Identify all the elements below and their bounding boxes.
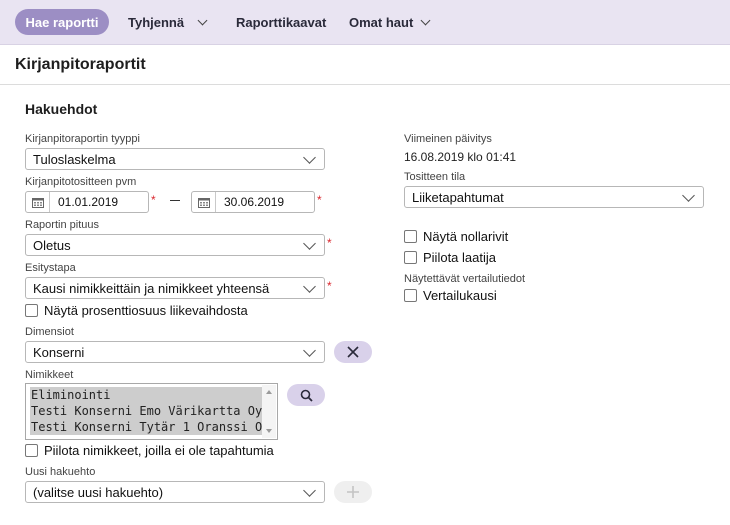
search-report-button[interactable]: Hae raportti [15,9,109,35]
search-titles-button[interactable] [287,384,325,406]
chevron-down-icon [420,15,431,25]
hide-empty-titles-checkbox[interactable]: Piilota nimikkeet, joilla ei ole tapahtu… [25,443,274,458]
report-length-select[interactable]: Oletus [25,234,325,256]
checkbox-box[interactable] [404,251,417,264]
hide-author-label: Piilota laatija [423,250,496,265]
list-item[interactable]: Testi Konserni Emo Värikartta Oy [30,403,262,419]
show-zero-rows-label: Näytä nollarivit [423,229,509,244]
titles-label: Nimikkeet [25,369,74,381]
voucher-date-label: Kirjanpitotositteen pvm [25,176,137,188]
report-length-value: Oletus [33,237,71,253]
clear-button-label: Tyhjennä [128,14,185,30]
chevron-down-icon [303,483,316,497]
voucher-status-label: Tositteen tila [404,171,466,183]
voucher-status-select[interactable]: Liiketapahtumat [404,186,704,208]
checkbox-box[interactable] [404,230,417,243]
presentation-label: Esitystapa [25,262,76,274]
report-templates-label: Raporttikaavat [236,14,327,30]
calendar-icon[interactable] [192,192,216,212]
saved-searches-label: Omat haut [349,14,414,30]
show-revenue-percent-checkbox[interactable]: Näytä prosenttiosuus liikevaihdosta [25,303,248,318]
scroll-up-icon[interactable] [266,390,272,394]
show-revenue-percent-label: Näytä prosenttiosuus liikevaihdosta [44,303,248,318]
date-from-input[interactable] [50,195,130,209]
date-from-field[interactable] [25,191,149,213]
clear-dropdown-toggle[interactable] [197,9,208,35]
scroll-down-icon[interactable] [266,429,272,433]
last-update-value: 16.08.2019 klo 01:41 [404,150,517,164]
report-type-select[interactable]: Tuloslaskelma [25,148,325,170]
section-title: Hakuehdot [25,101,98,117]
hide-empty-titles-label: Piilota nimikkeet, joilla ei ole tapahtu… [44,443,274,458]
date-to-field[interactable] [191,191,315,213]
dimensions-select[interactable]: Konserni [25,341,325,363]
report-type-value: Tuloslaskelma [33,151,116,167]
new-criterion-value: (valitse uusi hakuehto) [33,484,164,500]
report-length-label: Raportin pituus [25,219,99,231]
page-title: Kirjanpitoraportit [15,56,146,73]
dimensions-value: Konserni [33,344,85,360]
voucher-status-value: Liiketapahtumat [412,189,504,205]
required-marker: * [327,236,332,250]
clear-button[interactable]: Tyhjennä [128,9,184,35]
close-icon [347,346,359,358]
last-update-label: Viimeinen päivitys [404,133,492,145]
toolbar: Hae raportti Tyhjennä Raporttikaavat Oma… [0,0,730,45]
checkbox-box[interactable] [25,304,38,317]
new-criterion-select[interactable]: (valitse uusi hakuehto) [25,481,325,503]
report-templates-button[interactable]: Raporttikaavat [236,9,326,35]
list-item[interactable]: Testi Konserni Tytär 1 Oranssi Oy [30,419,262,435]
divider [0,84,730,85]
search-icon [300,389,313,402]
list-item[interactable]: Eliminointi [30,387,262,403]
date-range-dash [170,200,180,201]
required-marker: * [317,193,322,207]
comparison-label: Näytettävät vertailutiedot [404,273,526,285]
dimensions-label: Dimensiot [25,326,74,338]
calendar-icon[interactable] [26,192,50,212]
chevron-down-icon [303,236,316,250]
saved-searches-menu[interactable]: Omat haut [349,9,431,35]
plus-icon [347,486,359,498]
hide-author-checkbox[interactable]: Piilota laatija [404,250,496,265]
checkbox-box[interactable] [404,289,417,302]
date-to-input[interactable] [216,195,296,209]
new-criterion-label: Uusi hakuehto [25,466,96,478]
show-zero-rows-checkbox[interactable]: Näytä nollarivit [404,229,508,244]
scrollbar[interactable] [262,385,276,438]
chevron-down-icon [303,279,316,293]
checkbox-box[interactable] [25,444,38,457]
chevron-down-icon [197,15,208,25]
presentation-value: Kausi nimikkeittäin ja nimikkeet yhteens… [33,280,270,296]
add-criterion-button[interactable] [334,481,372,503]
chevron-down-icon [682,188,695,202]
titles-listbox[interactable]: Eliminointi Testi Konserni Emo Värikartt… [25,383,278,440]
clear-dimension-button[interactable] [334,341,372,363]
chevron-down-icon [303,343,316,357]
required-marker: * [151,193,156,207]
report-type-label: Kirjanpitoraportin tyyppi [25,133,140,145]
comparison-period-checkbox[interactable]: Vertailukausi [404,288,497,303]
required-marker: * [327,279,332,293]
presentation-select[interactable]: Kausi nimikkeittäin ja nimikkeet yhteens… [25,277,325,299]
chevron-down-icon [303,150,316,164]
comparison-period-label: Vertailukausi [423,288,497,303]
